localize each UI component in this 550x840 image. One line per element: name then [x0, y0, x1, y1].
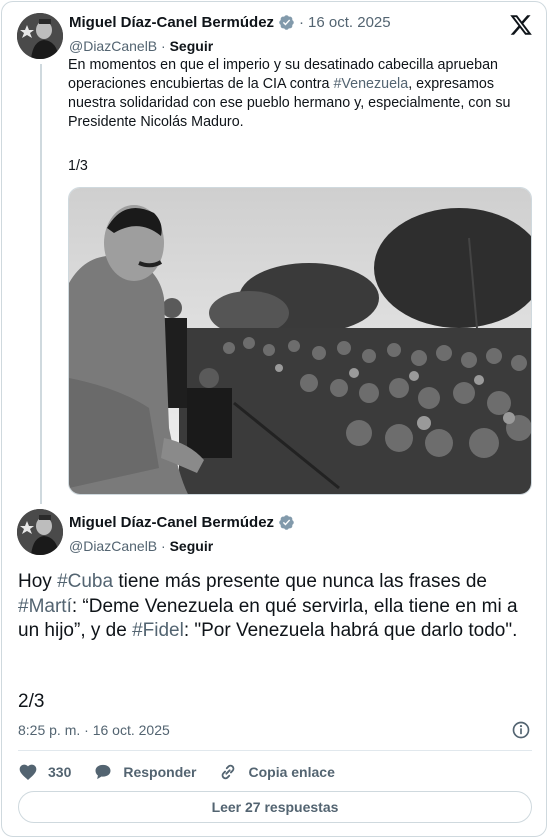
author-handle[interactable]: @DiazCanelB	[69, 38, 157, 54]
heart-icon	[19, 764, 37, 780]
tweet-text-segment: : "Por Venezuela habrá que darlo todo".	[183, 620, 518, 641]
tweet-text-segment: Hoy	[18, 571, 58, 592]
author-name[interactable]: Miguel Díaz-Canel Bermúdez	[69, 14, 274, 31]
handle-row: @DiazCanelB · Seguir	[69, 538, 213, 554]
tweet-date: 16 oct. 2025	[92, 722, 170, 738]
author-row: Miguel Díaz-Canel Bermúdez · 16 oct. 202…	[69, 14, 391, 31]
like-count: 330	[48, 764, 72, 780]
tweet-photo[interactable]	[68, 187, 532, 495]
reply-label: Responder	[123, 764, 197, 780]
follow-button[interactable]: Seguir	[170, 38, 214, 54]
info-icon[interactable]	[511, 720, 531, 740]
tweet-timestamp[interactable]: 8:25 p. m. · 16 oct. 2025	[18, 722, 170, 738]
separator-dot: ·	[84, 722, 93, 738]
reply-bubble-icon	[95, 764, 111, 780]
hashtag-link[interactable]: #Fidel	[132, 620, 184, 641]
separator-dot: ·	[161, 38, 170, 54]
x-logo-icon[interactable]	[509, 13, 533, 37]
action-bar: 330 Responder Copia enlace	[18, 760, 357, 784]
handle-row: @DiazCanelB · Seguir	[69, 38, 213, 54]
reply-button[interactable]: Responder	[93, 762, 196, 782]
hashtag-link[interactable]: #Venezuela	[333, 76, 408, 92]
tweet-date[interactable]: 16 oct. 2025	[308, 14, 391, 31]
author-name[interactable]: Miguel Díaz-Canel Bermúdez	[69, 514, 274, 531]
thread-counter: 2/3	[18, 691, 45, 712]
like-button[interactable]: 330	[18, 762, 71, 782]
verified-badge-icon	[279, 15, 294, 30]
copy-link-button[interactable]: Copia enlace	[218, 762, 335, 782]
tweet-text-segment: tiene más presente que nunca las frases …	[113, 571, 487, 592]
tweet-time: 8:25 p. m.	[18, 722, 81, 738]
separator-dot: ·	[161, 538, 170, 554]
separator-dot: ·	[299, 14, 305, 31]
tweet-text: Hoy #Cuba tiene más presente que nunca l…	[18, 570, 528, 644]
author-handle[interactable]: @DiazCanelB	[69, 538, 157, 554]
tweet-text: En momentos en que el imperio y su desat…	[68, 56, 530, 132]
avatar[interactable]	[17, 509, 63, 555]
verified-badge-icon	[279, 515, 294, 530]
hashtag-link[interactable]: #Martí	[18, 596, 72, 617]
thread-counter: 1/3	[68, 158, 88, 174]
divider	[18, 750, 532, 751]
thread-connector	[40, 64, 42, 504]
follow-button[interactable]: Seguir	[170, 538, 214, 554]
avatar[interactable]	[17, 13, 63, 59]
link-icon	[222, 764, 235, 780]
hashtag-link[interactable]: #Cuba	[57, 571, 113, 592]
author-row: Miguel Díaz-Canel Bermúdez	[69, 514, 295, 531]
read-replies-button[interactable]: Leer 27 respuestas	[18, 791, 532, 823]
copy-link-label: Copia enlace	[248, 764, 335, 780]
